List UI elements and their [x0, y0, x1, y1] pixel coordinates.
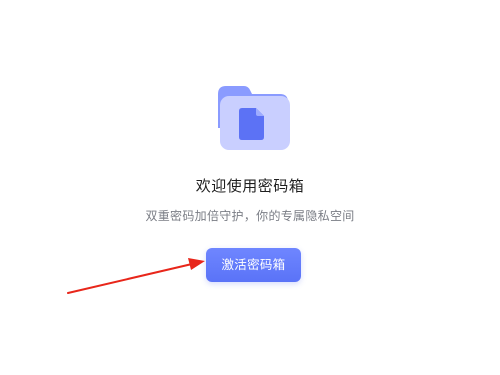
folder-document-icon [214, 84, 292, 152]
welcome-subtitle: 双重密码加倍守护，你的专属隐私空间 [145, 209, 355, 223]
welcome-title: 欢迎使用密码箱 [195, 177, 305, 195]
password-box-welcome-page: 欢迎使用密码箱 双重密码加倍守护，你的专属隐私空间 激活密码箱 [0, 0, 500, 375]
activate-password-box-button[interactable]: 激活密码箱 [206, 248, 301, 282]
